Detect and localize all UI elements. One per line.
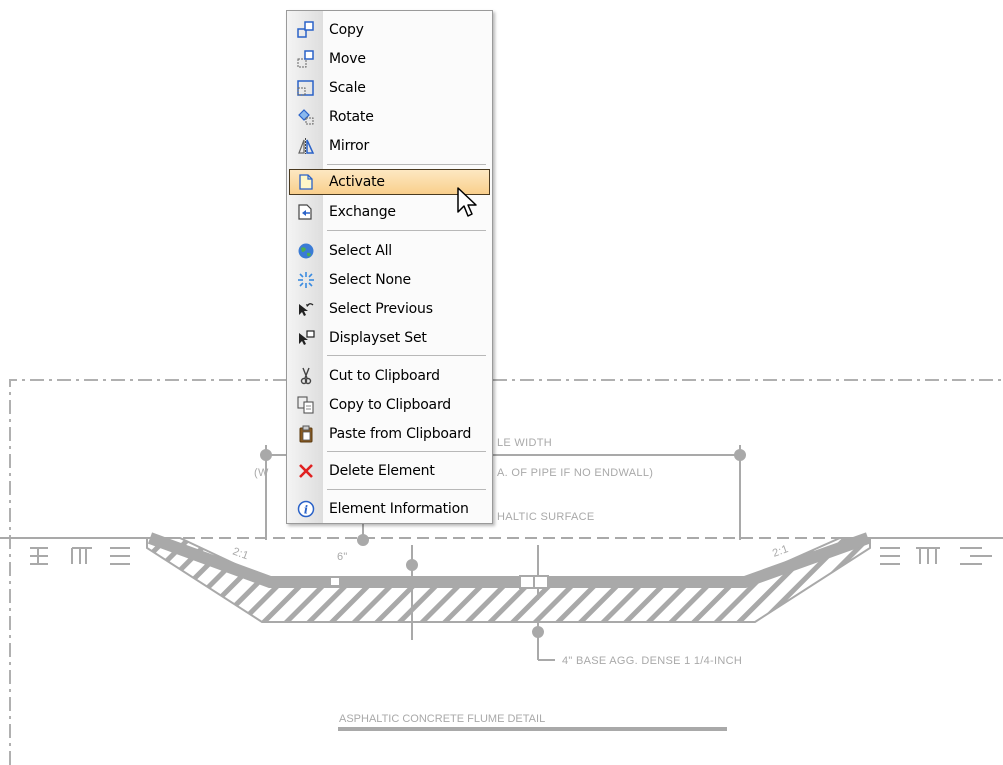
menu-item-label: Element Information (329, 501, 469, 517)
menu-item-mirror[interactable]: Mirror (289, 133, 490, 159)
menu-item-label: Mirror (329, 138, 370, 154)
sparkle-icon (298, 272, 314, 288)
menu-separator (327, 230, 486, 231)
displayset-icon (299, 330, 315, 345)
cad-drawing: LE WIDTH (W A. OF PIPE IF NO ENDWALL) HA… (0, 379, 1003, 765)
drawing-title: ASPHALTIC CONCRETE FLUME DETAIL (339, 713, 545, 725)
label-depth: 6" (337, 551, 348, 563)
menu-item-select-previous[interactable]: Select Previous (289, 296, 490, 322)
label-width: LE WIDTH (497, 437, 552, 449)
mouse-cursor-icon (457, 187, 477, 217)
menu-item-label: Select Previous (329, 301, 433, 317)
menu-item-cut-to-clipboard[interactable]: Cut to Clipboard (289, 363, 490, 389)
info-icon: i (297, 500, 315, 518)
menu-item-rotate[interactable]: Rotate (289, 104, 490, 130)
ground-symbol-right (870, 537, 1003, 565)
menu-separator (327, 451, 486, 452)
select-previous-icon (299, 303, 314, 316)
menu-item-label: Paste from Clipboard (329, 426, 472, 442)
svg-text:i: i (304, 504, 308, 517)
menu-item-delete-element[interactable]: Delete Element (289, 458, 490, 484)
menu-item-label: Displayset Set (329, 330, 427, 346)
label-slope-right: 2:1 (771, 543, 790, 560)
menu-item-select-none[interactable]: Select None (289, 267, 490, 293)
menu-item-label: Move (329, 51, 366, 67)
context-menu: Copy Move Scale Rotate Mirror Activate E… (286, 10, 493, 524)
menu-item-label: Scale (329, 80, 366, 96)
copy-icon (297, 21, 314, 38)
flume-top (147, 532, 871, 588)
menu-item-label: Rotate (329, 109, 374, 125)
label-base: 4" BASE AGG. DENSE 1 1/4-INCH (562, 655, 742, 667)
menu-item-move[interactable]: Move (289, 46, 490, 72)
label-pipe: A. OF PIPE IF NO ENDWALL) (497, 467, 653, 479)
menu-item-displayset-set[interactable]: Displayset Set (289, 325, 490, 351)
menu-item-label: Select None (329, 272, 411, 288)
label-surface: HALTIC SURFACE (497, 511, 595, 523)
menu-item-scale[interactable]: Scale (289, 75, 490, 101)
copy-clipboard-icon (297, 396, 314, 414)
menu-item-label: Copy to Clipboard (329, 397, 451, 413)
menu-separator (327, 164, 486, 165)
menu-item-select-all[interactable]: Select All (289, 238, 490, 264)
menu-item-label: Exchange (329, 204, 396, 220)
menu-item-label: Select All (329, 243, 392, 259)
delete-icon (299, 464, 313, 478)
globe-icon (298, 243, 314, 259)
ground-symbol-left (0, 537, 147, 565)
mirror-icon (298, 138, 315, 154)
rotate-icon (298, 109, 314, 125)
menu-item-copy[interactable]: Copy (289, 17, 490, 43)
paste-icon (299, 425, 313, 443)
scale-icon (297, 80, 314, 96)
menu-item-label: Cut to Clipboard (329, 368, 440, 384)
menu-item-paste-from-clipboard[interactable]: Paste from Clipboard (289, 421, 490, 447)
label-pipe-prefix: (W (254, 467, 269, 479)
menu-item-element-information[interactable]: i Element Information (289, 496, 490, 522)
menu-item-label: Activate (329, 174, 385, 190)
menu-separator (327, 355, 486, 356)
menu-separator (327, 489, 486, 490)
label-slope-left: 2:1 (231, 546, 250, 563)
scissors-icon (300, 367, 312, 385)
menu-item-copy-to-clipboard[interactable]: Copy to Clipboard (289, 392, 490, 418)
menu-item-label: Delete Element (329, 463, 435, 479)
exchange-icon (298, 204, 312, 220)
move-icon (297, 50, 314, 68)
activate-icon (299, 174, 313, 190)
menu-item-label: Copy (329, 22, 364, 38)
